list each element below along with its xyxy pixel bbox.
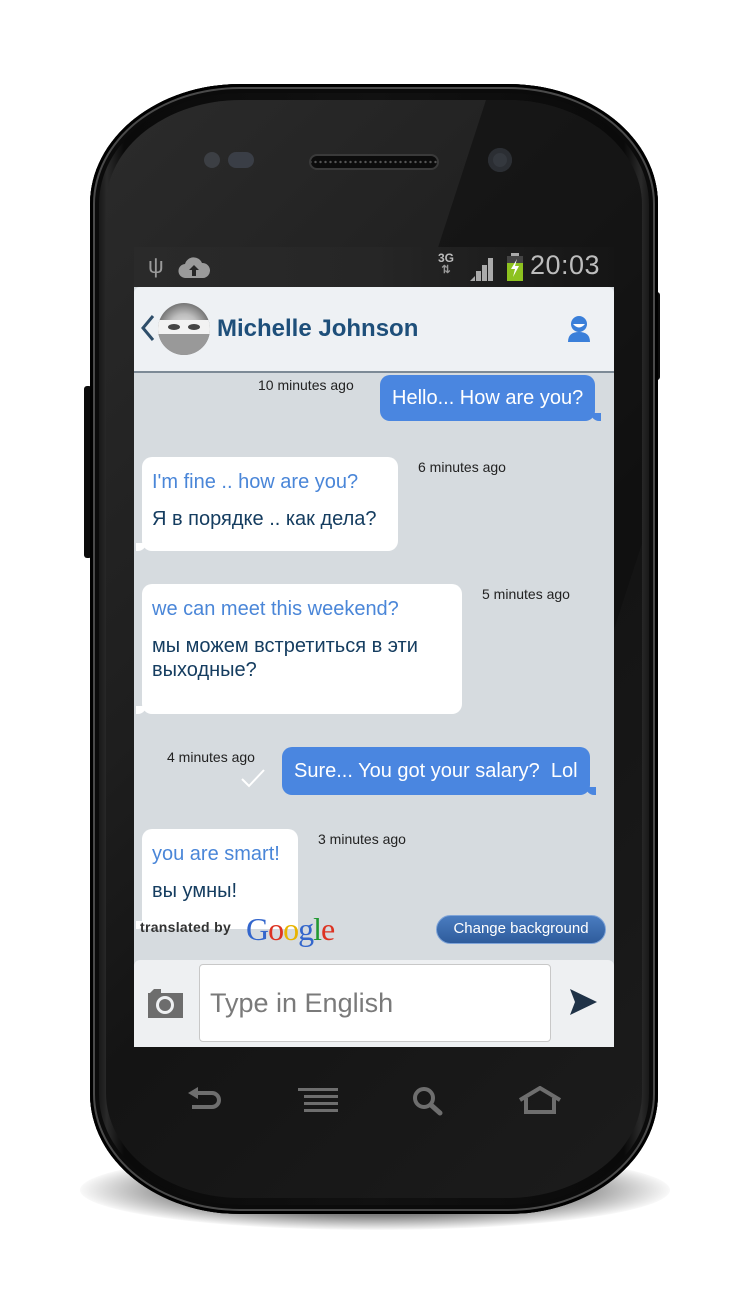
person-icon[interactable] [566, 315, 592, 348]
translated-by-label: translated by [140, 919, 232, 935]
3g-data-icon: 3G ⇅ [438, 251, 455, 276]
message-timestamp: 3 minutes ago [318, 831, 406, 847]
message-text: Sure... You got your salary? Lol [294, 760, 578, 782]
status-bar: ψ 3G ⇅ 20:03 [134, 247, 614, 287]
message-timestamp: 4 minutes ago [167, 749, 255, 765]
message-timestamp: 5 minutes ago [482, 586, 570, 602]
chevron-left-icon[interactable] [140, 313, 158, 343]
light-sensor [228, 152, 254, 168]
google-letter: g [298, 911, 314, 947]
contact-name[interactable]: Michelle Johnson [217, 315, 418, 343]
send-icon[interactable] [568, 988, 598, 1021]
front-camera [488, 148, 512, 172]
screen: ψ 3G ⇅ 20:03 Michelle Johnson 10 minutes… [134, 247, 614, 1047]
proximity-sensor [204, 152, 220, 168]
battery-charging-icon [505, 253, 525, 286]
clock: 20:03 [530, 250, 601, 280]
change-background-button[interactable]: Change background [436, 915, 606, 944]
google-logo: Google [246, 911, 335, 948]
camera-icon[interactable] [148, 988, 184, 1023]
network-type-label: 3G [438, 251, 455, 265]
earpiece-speaker [309, 154, 439, 170]
usb-icon: ψ [148, 253, 164, 278]
incoming-message[interactable]: I'm fine .. how are you? Я в порядке .. … [136, 457, 398, 551]
outgoing-message[interactable]: Sure... You got your salary? Lol [282, 747, 596, 795]
outgoing-message[interactable]: Hello... How are you? [380, 375, 602, 421]
google-letter: e [321, 911, 335, 947]
avatar[interactable] [158, 303, 210, 355]
google-letter: o [268, 911, 284, 947]
message-text: Hello... How are you? [392, 387, 584, 409]
google-letter: l [313, 911, 322, 947]
translated-text: вы умны! [152, 880, 238, 902]
message-input[interactable] [199, 964, 551, 1042]
translated-text: Я в порядке .. как дела? [152, 508, 377, 530]
original-text: I'm fine .. how are you? [152, 471, 359, 493]
message-list[interactable]: 10 minutes ago Hello... How are you? I'm… [134, 375, 614, 929]
menu-icon[interactable] [298, 1086, 338, 1117]
search-icon[interactable] [412, 1086, 444, 1121]
message-timestamp: 6 minutes ago [418, 459, 506, 475]
message-timestamp: 10 minutes ago [258, 377, 354, 393]
original-text: you are smart! [152, 843, 280, 865]
google-letter: o [283, 911, 299, 947]
back-icon[interactable] [186, 1086, 222, 1119]
navigation-bar [134, 1082, 614, 1122]
home-icon[interactable] [518, 1085, 562, 1119]
message-composer [134, 960, 614, 1047]
chat-header: Michelle Johnson [134, 287, 614, 373]
original-text: we can meet this weekend? [152, 598, 399, 620]
incoming-message[interactable]: we can meet this weekend? мы можем встре… [136, 584, 462, 714]
google-letter: G [246, 911, 269, 947]
signal-icon [470, 255, 498, 286]
translated-text: мы можем встретиться в эти выходные? [152, 635, 418, 681]
delivered-check-icon [240, 768, 266, 793]
cloud-upload-icon [178, 257, 211, 284]
